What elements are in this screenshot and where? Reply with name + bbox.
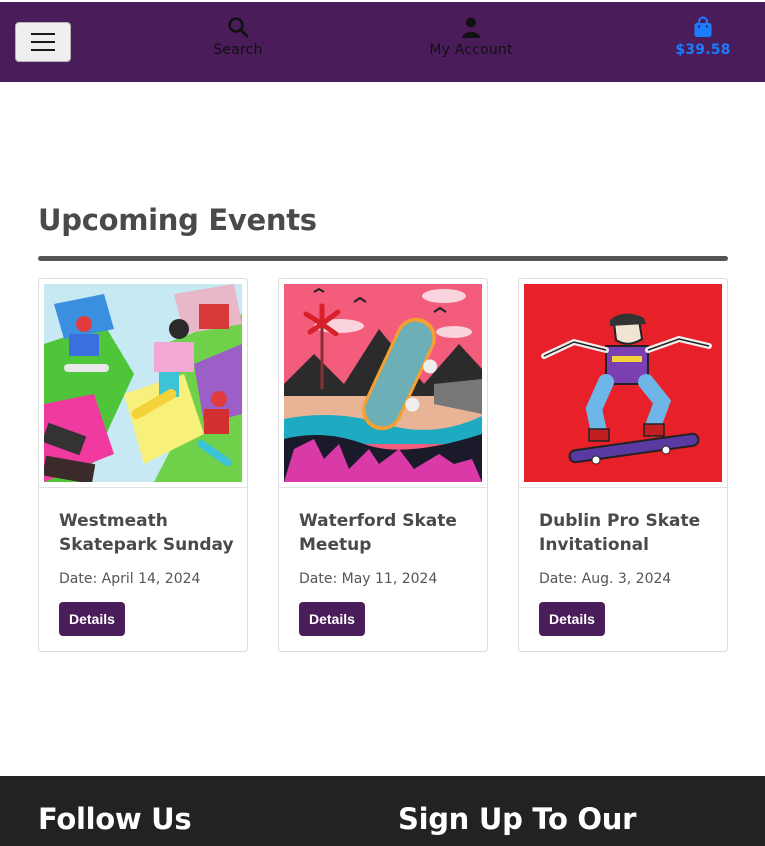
event-title[interactable]: Dublin Pro Skate Invitational [539, 509, 719, 557]
cart-total: $39.58 [675, 42, 731, 58]
event-image-westmeath [44, 284, 242, 482]
footer: Follow Us Sign Up To Our [0, 776, 765, 846]
event-date: Date: May 11, 2024 [299, 571, 438, 587]
signup-heading: Sign Up To Our [398, 802, 637, 836]
details-button[interactable]: Details [59, 602, 125, 636]
search-link[interactable]: Search [212, 16, 264, 58]
section-divider [38, 256, 728, 261]
event-date: Date: Aug. 3, 2024 [539, 571, 672, 587]
top-navbar: Search My Account $39.58 [0, 0, 765, 82]
event-card-dublin: Dublin Pro Skate Invitational Date: Aug.… [518, 278, 728, 652]
my-account-label: My Account [429, 42, 513, 58]
event-date: Date: April 14, 2024 [59, 571, 201, 587]
event-title[interactable]: Westmeath Skatepark Sunday [59, 509, 239, 557]
hamburger-icon [31, 33, 55, 35]
user-icon [462, 17, 480, 38]
my-account-link[interactable]: My Account [425, 16, 517, 58]
cart-link[interactable]: $39.58 [675, 16, 731, 58]
follow-us-heading: Follow Us [38, 802, 192, 836]
menu-toggle-button[interactable] [15, 22, 71, 62]
shopping-bag-icon [694, 16, 712, 37]
search-label: Search [213, 42, 263, 58]
event-title[interactable]: Waterford Skate Meetup [299, 509, 479, 557]
event-image-waterford [284, 284, 482, 482]
event-card-waterford: Waterford Skate Meetup Date: May 11, 202… [278, 278, 488, 652]
details-button[interactable]: Details [299, 602, 365, 636]
event-card-westmeath: Westmeath Skatepark Sunday Date: April 1… [38, 278, 248, 652]
details-button[interactable]: Details [539, 602, 605, 636]
section-title: Upcoming Events [38, 203, 317, 237]
event-image-dublin [524, 284, 722, 482]
search-icon [228, 17, 249, 38]
